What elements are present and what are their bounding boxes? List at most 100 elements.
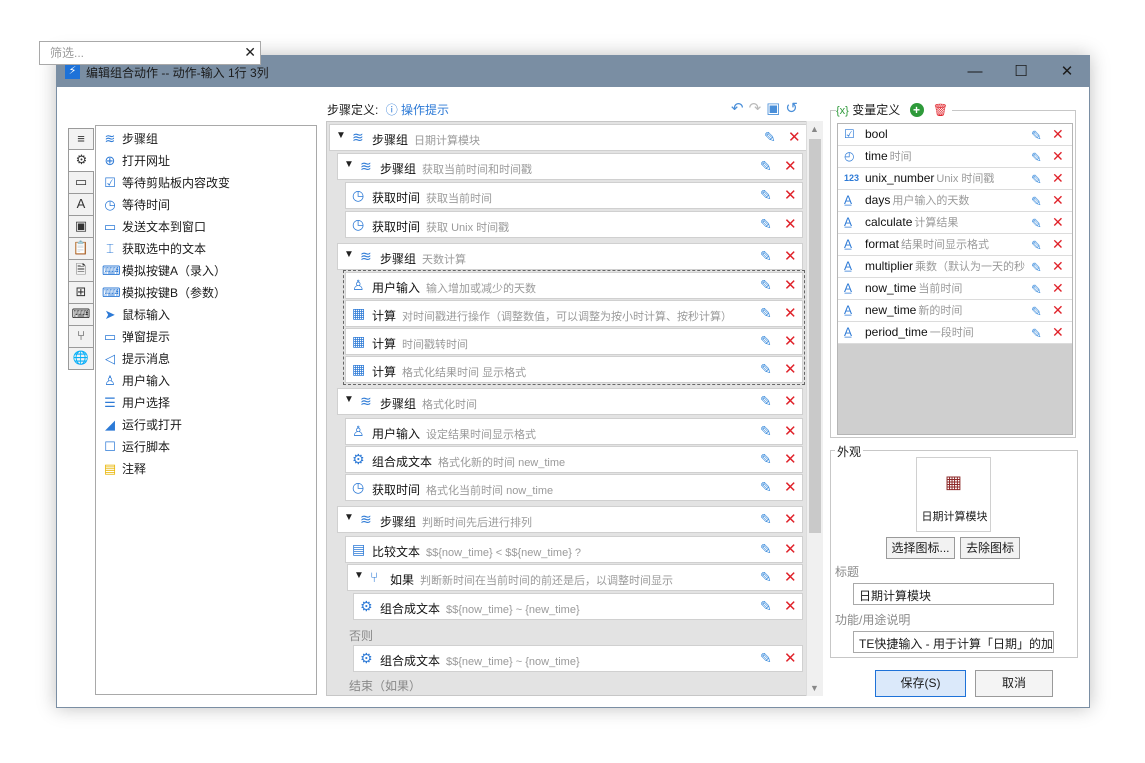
action-item[interactable]: ◷ 等待时间 bbox=[96, 194, 316, 216]
choose-icon-button[interactable]: 选择图标... bbox=[886, 537, 955, 559]
edit-pencil-icon[interactable]: ✎ bbox=[760, 187, 772, 204]
remove-icon-button[interactable]: 去除图标 bbox=[960, 537, 1020, 559]
if-row[interactable]: ▼ ⑂ 如果 判断新时间在当前时间的前还是后，以调整时间显示 ✎ ✕ bbox=[347, 564, 803, 591]
delete-x-icon[interactable]: ✕ bbox=[1052, 168, 1064, 189]
category-tab-3[interactable]: A bbox=[68, 194, 94, 216]
delete-x-icon[interactable]: ✕ bbox=[784, 247, 797, 265]
filter-input[interactable] bbox=[48, 43, 238, 63]
scroll-down-icon[interactable]: ▼ bbox=[810, 683, 819, 693]
action-item[interactable]: ➤ 鼠标输入 bbox=[96, 304, 316, 326]
edit-pencil-icon[interactable]: ✎ bbox=[1031, 191, 1042, 211]
delete-variable-icon[interactable]: 🗑 bbox=[933, 103, 948, 117]
step-row[interactable]: ▤ 比较文本 $${now_time} < $${new_time} ? ✎ ✕ bbox=[345, 536, 803, 563]
variable-row[interactable]: 123 unix_number Unix 时间戳 ✎ ✕ bbox=[838, 168, 1072, 190]
delete-x-icon[interactable]: ✕ bbox=[1052, 300, 1064, 321]
delete-x-icon[interactable]: ✕ bbox=[784, 450, 797, 468]
category-tab-0[interactable]: ≡ bbox=[68, 128, 94, 150]
category-tab-10[interactable]: 🌐 bbox=[68, 348, 94, 370]
delete-x-icon[interactable]: ✕ bbox=[784, 157, 797, 175]
delete-x-icon[interactable]: ✕ bbox=[1052, 322, 1064, 343]
action-item[interactable]: ≋ 步骤组 bbox=[96, 128, 316, 150]
cancel-button[interactable]: 取消 bbox=[975, 670, 1053, 697]
variable-row[interactable]: A̲ period_time 一段时间 ✎ ✕ bbox=[838, 322, 1072, 344]
step-row[interactable]: ♙ 用户输入 设定结果时间显示格式 ✎ ✕ bbox=[345, 418, 803, 445]
action-item[interactable]: ▭ 发送文本到窗口 bbox=[96, 216, 316, 238]
scroll-up-icon[interactable]: ▲ bbox=[810, 124, 819, 134]
filter-box[interactable]: ✕ bbox=[39, 41, 261, 65]
delete-x-icon[interactable]: ✕ bbox=[784, 392, 797, 410]
edit-pencil-icon[interactable]: ✎ bbox=[760, 248, 772, 265]
action-item[interactable]: ◢ 运行或打开 bbox=[96, 414, 316, 436]
action-item[interactable]: ⌨模拟按键A（录入） bbox=[96, 260, 316, 282]
step-group-row[interactable]: ▼ ≋ 步骤组 获取当前时间和时间戳 ✎ ✕ bbox=[337, 153, 803, 180]
step-group-row[interactable]: ▼ ≋ 步骤组 格式化时间 ✎ ✕ bbox=[337, 388, 803, 415]
category-tab-4[interactable]: ▣ bbox=[68, 216, 94, 238]
edit-pencil-icon[interactable]: ✎ bbox=[1031, 235, 1042, 255]
category-tab-7[interactable]: ⊞ bbox=[68, 282, 94, 304]
edit-pencil-icon[interactable]: ✎ bbox=[760, 451, 772, 468]
edit-pencil-icon[interactable]: ✎ bbox=[1031, 213, 1042, 233]
collapse-toggle-icon[interactable]: ▼ bbox=[344, 394, 354, 405]
close-button[interactable]: ✕ bbox=[1044, 56, 1090, 87]
edit-pencil-icon[interactable]: ✎ bbox=[1031, 301, 1042, 321]
action-item[interactable]: ⊕ 打开网址 bbox=[96, 150, 316, 172]
collapse-toggle-icon[interactable]: ▼ bbox=[344, 249, 354, 260]
maximize-button[interactable]: ☐ bbox=[998, 56, 1044, 87]
delete-x-icon[interactable]: ✕ bbox=[784, 510, 797, 528]
step-row[interactable]: ◷ 获取时间 获取 Unix 时间戳 ✎ ✕ bbox=[345, 211, 803, 238]
save-icon[interactable]: ▣ bbox=[766, 100, 785, 117]
edit-pencil-icon[interactable]: ✎ bbox=[760, 158, 772, 175]
edit-pencil-icon[interactable]: ✎ bbox=[760, 393, 772, 410]
variable-row[interactable]: A̲ new_time 新的时间 ✎ ✕ bbox=[838, 300, 1072, 322]
collapse-toggle-icon[interactable]: ▼ bbox=[344, 512, 354, 523]
title-field[interactable]: 日期计算模块 bbox=[853, 583, 1054, 605]
step-group-row[interactable]: ▼ ≋ 步骤组 天数计算 ✎ ✕ bbox=[337, 243, 803, 270]
edit-pencil-icon[interactable]: ✎ bbox=[1031, 323, 1042, 343]
edit-pencil-icon[interactable]: ✎ bbox=[1031, 257, 1042, 277]
step-row[interactable]: ⚙ 组合成文本 格式化新的时间 new_time ✎ ✕ bbox=[345, 446, 803, 473]
edit-pencil-icon[interactable]: ✎ bbox=[760, 511, 772, 528]
step-row[interactable]: ⚙ 组合成文本 $${now_time} ~ {new_time} ✎ ✕ bbox=[353, 593, 803, 620]
delete-x-icon[interactable]: ✕ bbox=[784, 186, 797, 204]
delete-x-icon[interactable]: ✕ bbox=[784, 649, 797, 667]
edit-pencil-icon[interactable]: ✎ bbox=[1031, 147, 1042, 167]
delete-x-icon[interactable]: ✕ bbox=[784, 568, 797, 586]
add-variable-icon[interactable]: + bbox=[909, 103, 924, 117]
edit-pencil-icon[interactable]: ✎ bbox=[760, 598, 772, 615]
delete-x-icon[interactable]: ✕ bbox=[1052, 256, 1064, 277]
undo-icon[interactable]: ↶ bbox=[731, 100, 749, 117]
variable-row[interactable]: A̲ now_time 当前时间 ✎ ✕ bbox=[838, 278, 1072, 300]
edit-pencil-icon[interactable]: ✎ bbox=[760, 216, 772, 233]
minimize-button[interactable]: — bbox=[952, 56, 998, 87]
delete-x-icon[interactable]: ✕ bbox=[784, 215, 797, 233]
delete-x-icon[interactable]: ✕ bbox=[1052, 124, 1064, 145]
step-row[interactable]: ◷ 获取时间 获取当前时间 ✎ ✕ bbox=[345, 182, 803, 209]
edit-pencil-icon[interactable]: ✎ bbox=[760, 479, 772, 496]
history-icon[interactable]: ↺ bbox=[785, 100, 803, 117]
steps-scrollbar[interactable]: ▲ ▼ bbox=[806, 121, 823, 696]
collapse-toggle-icon[interactable]: ▼ bbox=[354, 570, 364, 581]
variable-row[interactable]: ☑ bool ✎ ✕ bbox=[838, 124, 1072, 146]
category-tab-1[interactable]: ⚙ bbox=[68, 150, 94, 172]
action-item[interactable]: ♙ 用户输入 bbox=[96, 370, 316, 392]
edit-pencil-icon[interactable]: ✎ bbox=[760, 650, 772, 667]
category-tab-5[interactable]: 📋 bbox=[68, 238, 94, 260]
action-item[interactable]: ▤ 注释 bbox=[96, 458, 316, 480]
delete-x-icon[interactable]: ✕ bbox=[1052, 212, 1064, 233]
action-item[interactable]: ▭ 弹窗提示 bbox=[96, 326, 316, 348]
variable-row[interactable]: A̲ calculate 计算结果 ✎ ✕ bbox=[838, 212, 1072, 234]
variable-row[interactable]: A̲ multiplier 乘数（默认为一天的秒 ✎ ✕ bbox=[838, 256, 1072, 278]
step-group-row[interactable]: ▼ ≋ 步骤组 日期计算模块 ✎ ✕ bbox=[329, 124, 807, 151]
collapse-toggle-icon[interactable]: ▼ bbox=[336, 130, 346, 141]
collapse-toggle-icon[interactable]: ▼ bbox=[344, 159, 354, 170]
step-row[interactable]: ◷ 获取时间 格式化当前时间 now_time ✎ ✕ bbox=[345, 474, 803, 501]
category-tab-6[interactable]: 🗎 bbox=[68, 260, 94, 282]
delete-x-icon[interactable]: ✕ bbox=[1052, 190, 1064, 211]
description-field[interactable]: TE快捷输入 - 用于计算「日期」的加减 bbox=[853, 631, 1054, 653]
scroll-thumb[interactable] bbox=[809, 139, 821, 533]
edit-pencil-icon[interactable]: ✎ bbox=[1031, 125, 1042, 145]
delete-x-icon[interactable]: ✕ bbox=[1052, 146, 1064, 167]
edit-pencil-icon[interactable]: ✎ bbox=[1031, 169, 1042, 189]
step-row[interactable]: ⚙ 组合成文本 $${new_time} ~ {now_time} ✎ ✕ bbox=[353, 645, 803, 672]
action-item[interactable]: ◁ 提示消息 bbox=[96, 348, 316, 370]
